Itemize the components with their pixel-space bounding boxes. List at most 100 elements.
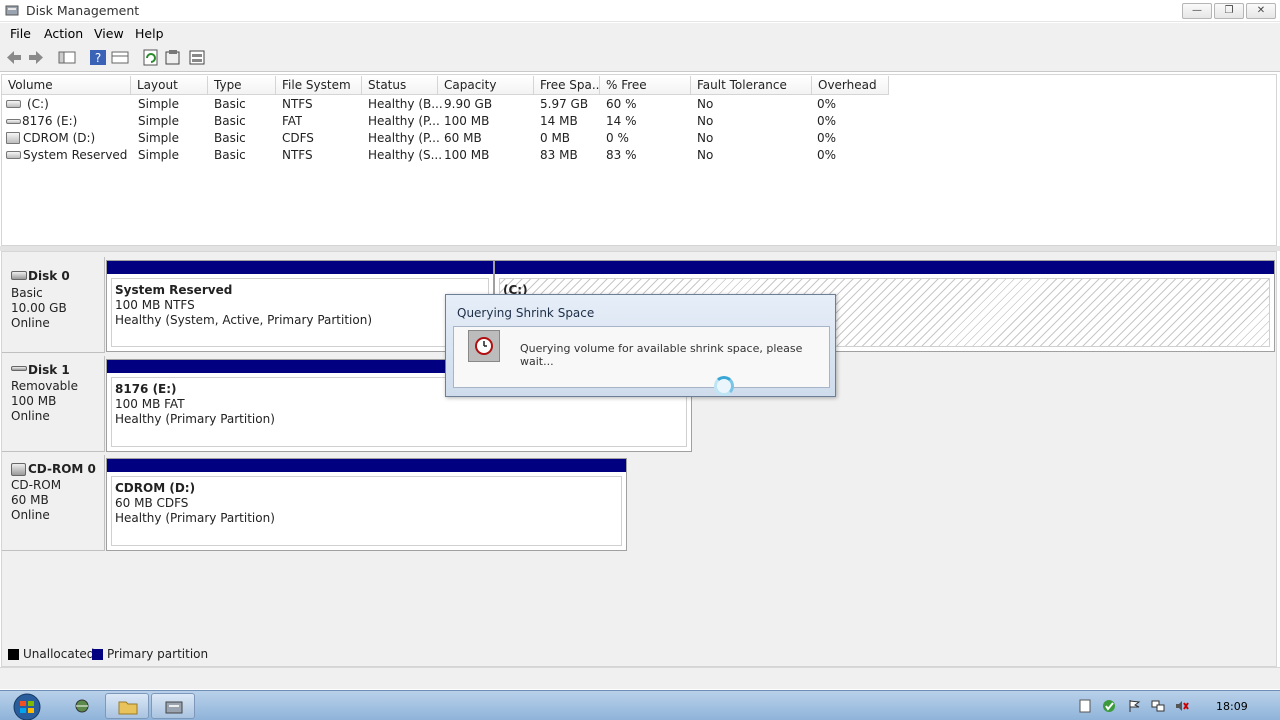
menu-bar: File Action View Help bbox=[0, 23, 1280, 44]
disk-type: Removable bbox=[11, 379, 79, 393]
menu-help[interactable]: Help bbox=[135, 26, 164, 41]
cell-file-system: CDFS bbox=[282, 131, 314, 145]
cell-layout: Simple bbox=[138, 131, 179, 145]
cell-overhead: 0% bbox=[817, 148, 837, 162]
cdrom-0-header[interactable]: CD-ROM 0 CD-ROM 60 MB Online bbox=[2, 455, 105, 551]
legend: Unallocated Primary partition bbox=[1, 645, 1277, 665]
disk-size: 10.00 GB bbox=[11, 301, 67, 315]
column-header-free-space[interactable]: Free Spa... bbox=[534, 76, 600, 95]
cell-free-space: 5.97 GB bbox=[540, 97, 589, 111]
disk-1-header[interactable]: Disk 1 Removable 100 MB Online bbox=[2, 356, 105, 452]
help-icon[interactable]: ? bbox=[89, 49, 107, 66]
tray-document-icon[interactable] bbox=[1078, 699, 1092, 713]
table-row[interactable]: (C:) Simple Basic NTFS Healthy (B... 9.9… bbox=[2, 96, 902, 113]
column-header-volume[interactable]: Volume bbox=[2, 76, 131, 95]
taskbar-windows-explorer[interactable] bbox=[105, 693, 149, 719]
menu-file[interactable]: File bbox=[10, 26, 31, 41]
cell-free-space: 14 MB bbox=[540, 114, 578, 128]
show-hide-pane-icon[interactable] bbox=[111, 49, 129, 66]
cell-status: Healthy (S... bbox=[368, 148, 443, 162]
disk-status: Online bbox=[11, 409, 50, 423]
close-button[interactable]: ✕ bbox=[1246, 3, 1276, 19]
cell-fault-tolerance: No bbox=[697, 97, 714, 111]
svg-text:?: ? bbox=[95, 51, 101, 65]
disk-type: CD-ROM bbox=[11, 478, 62, 492]
taskbar-disk-management[interactable] bbox=[151, 693, 195, 719]
column-header-status[interactable]: Status bbox=[362, 76, 438, 95]
console-tree-icon[interactable] bbox=[58, 49, 76, 66]
cell-type: Basic bbox=[214, 131, 246, 145]
column-header-capacity[interactable]: Capacity bbox=[438, 76, 534, 95]
column-header-fault-tolerance[interactable]: Fault Tolerance bbox=[691, 76, 812, 95]
cell-status: Healthy (B... bbox=[368, 97, 443, 111]
disk-status: Online bbox=[11, 508, 50, 522]
rescan-disks-icon[interactable] bbox=[188, 49, 206, 66]
cell-volume: System Reserved bbox=[23, 148, 128, 162]
partition-details: System Reserved 100 MB NTFS Healthy (Sys… bbox=[111, 278, 489, 347]
removable-disk-icon bbox=[11, 366, 27, 371]
disk-0-header[interactable]: Disk 0 Basic 10.00 GB Online bbox=[2, 257, 105, 353]
network-map-icon[interactable] bbox=[73, 698, 91, 714]
cell-type: Basic bbox=[214, 114, 246, 128]
restore-button[interactable]: ❐ bbox=[1214, 3, 1244, 19]
tray-action-center-flag-icon[interactable] bbox=[1127, 699, 1141, 713]
column-header-percent-free[interactable]: % Free bbox=[600, 76, 691, 95]
cell-free-space: 0 MB bbox=[540, 131, 571, 145]
toolbar: ? bbox=[0, 44, 1280, 72]
primary-partition-bar bbox=[107, 261, 493, 274]
disk-size: 60 MB bbox=[11, 493, 49, 507]
cell-type: Basic bbox=[214, 148, 246, 162]
legend-primary-partition: Primary partition bbox=[107, 647, 209, 661]
tray-volume-muted-icon[interactable] bbox=[1175, 699, 1189, 713]
tray-network-icon[interactable] bbox=[1151, 699, 1165, 713]
menu-view[interactable]: View bbox=[94, 26, 124, 41]
cell-overhead: 0% bbox=[817, 97, 837, 111]
column-header-layout[interactable]: Layout bbox=[131, 76, 208, 95]
primary-partition-bar bbox=[107, 459, 626, 472]
title-bar: Disk Management — ❐ ✕ bbox=[0, 0, 1280, 22]
primary-partition-bar bbox=[495, 261, 1274, 274]
partition-name: System Reserved bbox=[115, 283, 233, 297]
cell-percent-free: 83 % bbox=[606, 148, 637, 162]
cell-type: Basic bbox=[214, 97, 246, 111]
tray-security-check-icon[interactable] bbox=[1102, 699, 1116, 713]
table-row[interactable]: System Reserved Simple Basic NTFS Health… bbox=[2, 147, 902, 164]
clock-icon bbox=[468, 330, 500, 362]
column-header-type[interactable]: Type bbox=[208, 76, 276, 95]
busy-spinner-icon bbox=[714, 376, 734, 396]
properties-icon[interactable] bbox=[164, 49, 182, 66]
cell-file-system: NTFS bbox=[282, 97, 313, 111]
cell-percent-free: 0 % bbox=[606, 131, 629, 145]
taskbar: 18:09 bbox=[0, 690, 1280, 720]
partition-details: CDROM (D:) 60 MB CDFS Healthy (Primary P… bbox=[111, 476, 622, 546]
taskbar-clock[interactable]: 18:09 bbox=[1216, 700, 1248, 713]
start-orb-icon[interactable] bbox=[7, 692, 47, 720]
menu-action[interactable]: Action bbox=[44, 26, 83, 41]
partition-d[interactable]: CDROM (D:) 60 MB CDFS Healthy (Primary P… bbox=[106, 458, 627, 551]
partition-system-reserved[interactable]: System Reserved 100 MB NTFS Healthy (Sys… bbox=[106, 260, 494, 352]
dialog-message: Querying volume for available shrink spa… bbox=[520, 342, 803, 368]
forward-arrow-icon[interactable] bbox=[27, 49, 45, 66]
cdrom-icon bbox=[11, 463, 26, 476]
cell-status: Healthy (P... bbox=[368, 131, 440, 145]
partition-health: Healthy (Primary Partition) bbox=[115, 511, 275, 525]
back-arrow-icon[interactable] bbox=[5, 49, 23, 66]
cell-volume: CDROM (D:) bbox=[23, 131, 96, 145]
cell-layout: Simple bbox=[138, 148, 179, 162]
cell-percent-free: 60 % bbox=[606, 97, 637, 111]
cell-free-space: 83 MB bbox=[540, 148, 578, 162]
drive-icon bbox=[6, 151, 21, 159]
disk-name: CD-ROM 0 bbox=[28, 462, 96, 476]
refresh-icon[interactable] bbox=[142, 49, 160, 66]
cell-file-system: NTFS bbox=[282, 148, 313, 162]
cell-capacity: 100 MB bbox=[444, 148, 490, 162]
table-row[interactable]: 8176 (E:) Simple Basic FAT Healthy (P...… bbox=[2, 113, 902, 130]
column-header-file-system[interactable]: File System bbox=[276, 76, 362, 95]
legend-unallocated: Unallocated bbox=[23, 647, 95, 661]
table-row[interactable]: CDROM (D:) Simple Basic CDFS Healthy (P.… bbox=[2, 130, 902, 147]
minimize-button[interactable]: — bbox=[1182, 3, 1212, 19]
disk-size: 100 MB bbox=[11, 394, 57, 408]
cell-layout: Simple bbox=[138, 114, 179, 128]
column-header-overhead[interactable]: Overhead bbox=[812, 76, 889, 95]
disk-status: Online bbox=[11, 316, 50, 330]
